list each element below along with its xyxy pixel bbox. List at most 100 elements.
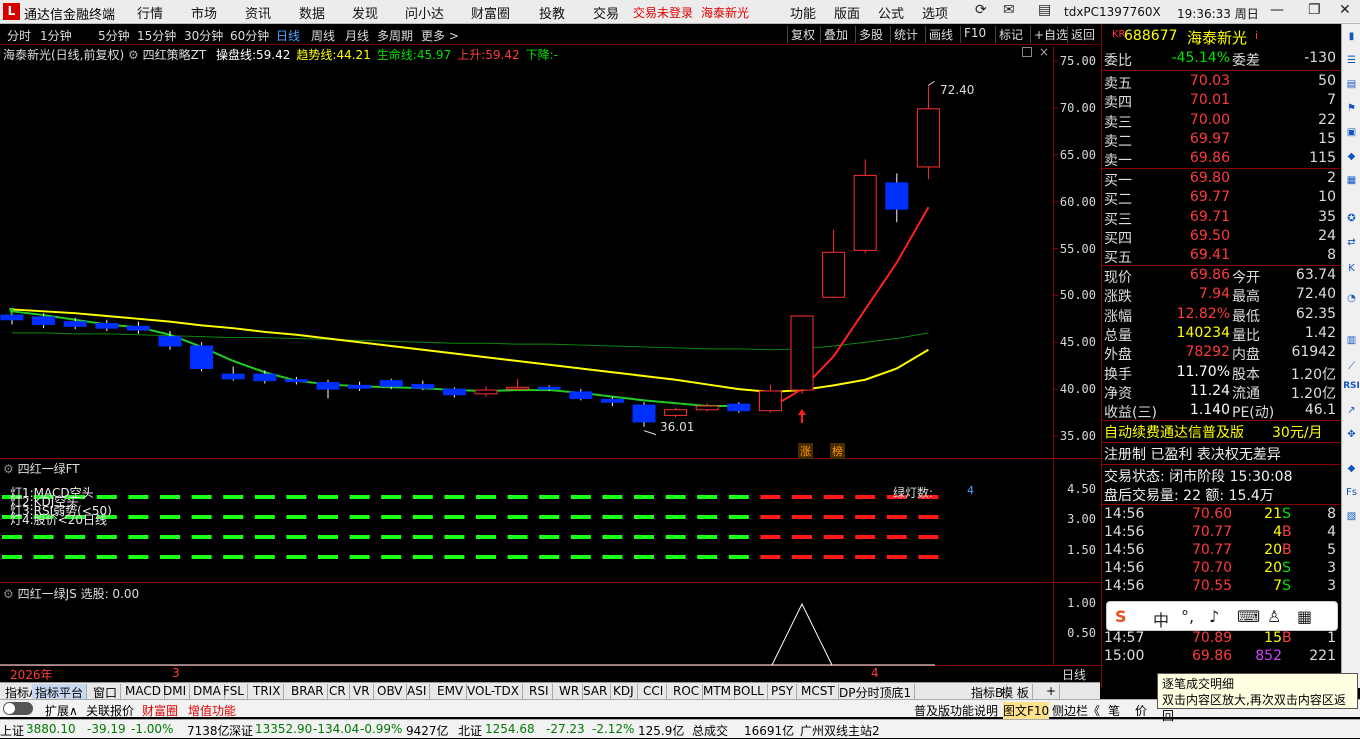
period-monthly[interactable]: 月线 [345, 27, 369, 44]
ime-chinese-toggle[interactable]: 中 [1153, 607, 1169, 631]
toggle-switch[interactable] [3, 702, 33, 715]
sidebar-news-icon[interactable]: ▤ [1343, 76, 1360, 93]
indicator-tab[interactable]: + [1043, 684, 1061, 699]
ime-logo-icon[interactable]: S [1115, 607, 1127, 626]
sz-label[interactable]: 深证 [229, 722, 253, 739]
sidebar-bars-icon[interactable]: ▥ [1343, 332, 1360, 349]
sidebar-doc-icon[interactable]: ▧ [1343, 508, 1360, 525]
sidebar-fs-icon[interactable]: Fs [1343, 484, 1360, 501]
period-weekly[interactable]: 周线 [311, 27, 335, 44]
indicator-tab[interactable]: KDJ [610, 684, 638, 699]
indicator-tab[interactable]: BOLL [730, 684, 768, 699]
sidebar-drop-icon[interactable]: ◆ [1343, 460, 1360, 477]
menu-function[interactable]: 功能 [790, 3, 816, 22]
menu-options[interactable]: 选项 [922, 3, 948, 22]
indicator-tab[interactable]: BRAR [288, 684, 328, 699]
ime-punct-icon[interactable]: °, [1181, 607, 1194, 626]
status-value-added[interactable]: 增值功能 [188, 702, 236, 719]
minimize-icon[interactable]: — [1270, 2, 1284, 18]
indicator-tab[interactable]: MCST [798, 684, 839, 699]
tick-row[interactable]: 15:00 69.86 852 221 [1102, 648, 1340, 667]
period-1m[interactable]: 1分钟 [40, 27, 72, 44]
restore-icon[interactable]: ❐ [1308, 2, 1321, 18]
indicator-tab[interactable]: ASI [404, 684, 431, 699]
indicator-tab[interactable]: DP分时顶底1 [836, 684, 916, 700]
stack-icon[interactable]: ▤ [1038, 2, 1051, 18]
period-tick[interactable]: 分时 [7, 27, 31, 44]
menu-quotes[interactable]: 行情 [137, 3, 163, 22]
status-f10[interactable]: 图文F10 [1003, 702, 1050, 719]
indicator-tab[interactable]: VR [350, 684, 374, 699]
indicator-tab[interactable]: 模 板 [998, 684, 1033, 700]
tick-row[interactable]: 14:57 70.89 15 B 1 [1102, 630, 1340, 649]
kline-chart[interactable] [0, 46, 1100, 666]
sidebar-list-icon[interactable]: ☰ [1343, 52, 1360, 69]
menu-data[interactable]: 数据 [299, 3, 325, 22]
ad-banner[interactable]: 自动续费通达信普及版 30元/月 [1102, 422, 1340, 441]
sh-label[interactable]: 上证 [0, 722, 24, 739]
indicator-tab[interactable]: RSI [526, 684, 553, 699]
indicator-tab[interactable]: EMV [434, 684, 468, 699]
sidebar-chart-icon[interactable]: ▮ [1343, 28, 1360, 45]
ime-keyboard-icon[interactable]: ⌨ [1237, 607, 1260, 626]
btn-back[interactable]: 返回 [1067, 26, 1098, 43]
status-brush[interactable]: 笔 [1108, 702, 1120, 719]
menu-formula[interactable]: 公式 [878, 3, 904, 22]
tick-row[interactable]: 14:56 70.55 7 S 3 [1102, 578, 1340, 597]
status-sidebar[interactable]: 侧边栏《 [1052, 702, 1100, 719]
status-expand[interactable]: 扩展∧ [45, 702, 78, 719]
sidebar-tag-icon[interactable]: ◆ [1343, 148, 1360, 165]
status-basic-info[interactable]: 普及版功能说明 [914, 702, 998, 719]
status-related-quote[interactable]: 关联报价 [86, 702, 134, 719]
tick-row[interactable]: 14:56 70.70 20 S 3 [1102, 560, 1340, 579]
menu-trade[interactable]: 交易 [593, 3, 619, 22]
indicator-tab[interactable]: SAR [580, 684, 612, 699]
server-name[interactable]: 广州双线主站2 [800, 722, 880, 739]
indicator-tab[interactable]: TRIX [250, 684, 285, 699]
stock-link[interactable]: 海泰新光 [701, 4, 749, 21]
settings-gear-icon[interactable]: ⚙ [3, 587, 18, 601]
ime-skin-icon[interactable]: ♙ [1267, 607, 1281, 626]
sidebar-book-icon[interactable]: ▣ [1343, 124, 1360, 141]
ime-grid-icon[interactable]: ▦ [1297, 607, 1312, 626]
menu-ask[interactable]: 问小达 [405, 3, 444, 22]
limit-up-marker[interactable]: 涨 [798, 443, 813, 459]
message-icon[interactable]: ✉ [1003, 2, 1015, 18]
btn-add-watch[interactable]: +自选 [1030, 26, 1071, 43]
info-icon[interactable]: i [1255, 29, 1258, 42]
ad-text[interactable]: 自动续费通达信普及版 [1104, 422, 1244, 442]
sidebar-compare-icon[interactable]: ⇄ [1343, 234, 1360, 251]
bz-label[interactable]: 北证 [458, 722, 482, 739]
indicator-tab[interactable]: 窗口 [90, 684, 122, 700]
sidebar-move-icon[interactable]: ✥ [1343, 426, 1360, 443]
sidebar-star-icon[interactable]: ✪ [1343, 210, 1360, 227]
ime-toolbar[interactable]: S 中 °, ♪ ⌨ ♙ ▦ [1106, 601, 1338, 631]
sidebar-pie-icon[interactable]: ◔ [1343, 290, 1360, 307]
menu-education[interactable]: 投教 [539, 3, 565, 22]
refresh-icon[interactable]: ⟳ [975, 2, 987, 18]
period-60m[interactable]: 60分钟 [230, 27, 269, 44]
period-more[interactable]: 更多 > [421, 27, 459, 44]
sidebar-flag-icon[interactable]: ⚑ [1343, 100, 1360, 117]
indicator-tab[interactable]: 指标平台 [32, 684, 88, 700]
settings-gear-icon[interactable]: ⚙ [3, 462, 18, 476]
indicator-tab[interactable]: ROC [670, 684, 704, 699]
btn-overlay[interactable]: 叠加 [820, 26, 851, 43]
indicator-tab[interactable]: PSY [768, 684, 798, 699]
period-multi[interactable]: 多周期 [377, 27, 413, 44]
indicator-tab[interactable]: FSL [220, 684, 248, 699]
btn-stats[interactable]: 统计 [890, 26, 921, 43]
period-30m[interactable]: 30分钟 [184, 27, 223, 44]
ad-price[interactable]: 30元/月 [1272, 422, 1323, 442]
indicator-tab[interactable]: CCI [640, 684, 668, 699]
sidebar-k-icon[interactable]: K [1343, 260, 1360, 277]
indicator-tab[interactable]: CR [326, 684, 350, 699]
tick-row[interactable]: 14:56 70.60 21 S 8 [1102, 506, 1340, 525]
period-15m[interactable]: 15分钟 [137, 27, 176, 44]
tick-row[interactable]: 14:56 70.77 4 B 4 [1102, 524, 1340, 543]
btn-multi-stock[interactable]: 多股 [855, 26, 886, 43]
sidebar-rsi-icon[interactable]: RSI [1343, 378, 1360, 395]
ime-mic-icon[interactable]: ♪ [1209, 607, 1219, 626]
sidebar-grid-icon[interactable]: ▦ [1343, 172, 1360, 189]
btn-draw[interactable]: 画线 [925, 26, 956, 43]
